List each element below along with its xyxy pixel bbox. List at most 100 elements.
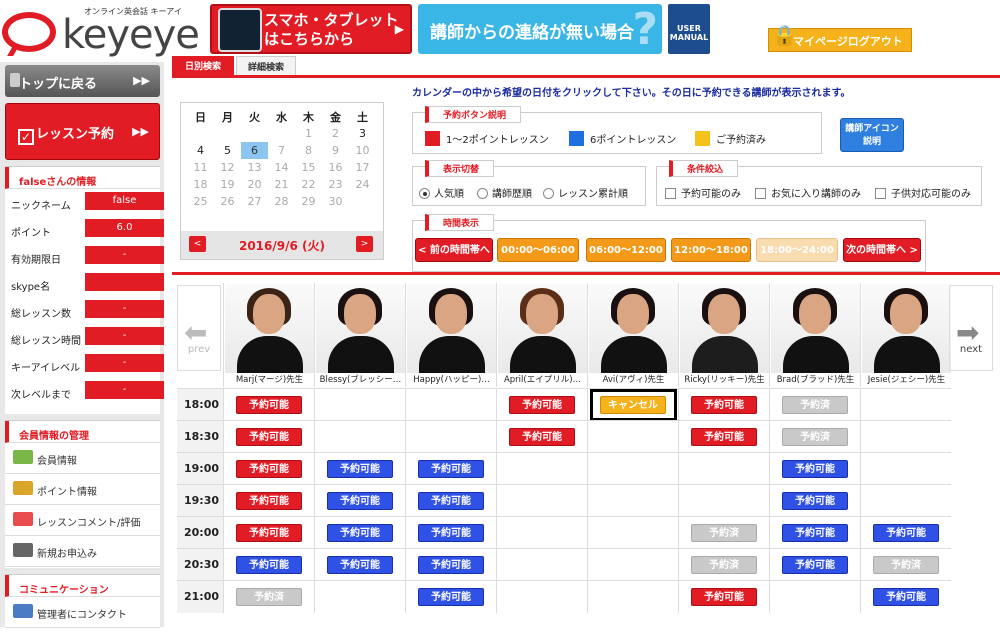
calendar-day[interactable]: 8 [295, 142, 322, 159]
calendar-next-button[interactable]: > [356, 236, 373, 252]
tab-detail-search[interactable]: 詳細検索 [236, 56, 296, 76]
calendar-day[interactable]: 17 [349, 159, 376, 176]
reserve-button[interactable]: 予約可能 [509, 396, 575, 414]
time-range-button[interactable]: 18:00～24:00 [756, 238, 838, 262]
reserve-button[interactable]: 予約可能 [236, 524, 302, 542]
member-menu-item[interactable]: ポイント情報 [5, 474, 160, 505]
reserve-button[interactable]: 予約可能 [418, 588, 484, 606]
reserve-button[interactable]: 予約可能 [327, 524, 393, 542]
reserve-button[interactable]: 予約可能 [327, 460, 393, 478]
calendar-day[interactable]: 5 [214, 142, 241, 159]
teacher-column[interactable]: Blessy(ブレッシー… [314, 283, 405, 387]
time-range-button[interactable]: 00:00～06:00 [497, 238, 579, 262]
reserve-button[interactable]: 予約可能 [782, 556, 848, 574]
reserve-button[interactable]: 予約可能 [327, 492, 393, 510]
teacher-name[interactable]: Avi(アヴィ)先生 [588, 373, 679, 385]
calendar-day[interactable]: 6 [241, 142, 268, 159]
member-menu-item[interactable]: 会員情報 [5, 443, 160, 474]
reserve-button[interactable]: 予約可能 [418, 460, 484, 478]
radio-button[interactable] [543, 188, 554, 199]
sort-option[interactable]: 講師歴順 [477, 185, 532, 200]
calendar-day[interactable]: 25 [187, 193, 214, 210]
top-button[interactable]: トップに戻る ▶▶ [5, 65, 160, 97]
logout-button[interactable]: 🔒 マイページログアウト [768, 23, 912, 52]
calendar-day[interactable]: 27 [241, 193, 268, 210]
teacher-name[interactable]: Happy(ハッピー)… [406, 373, 497, 385]
checkbox[interactable] [665, 188, 676, 199]
no-contact-banner[interactable]: 講師からの連絡が無い場合 ? [418, 4, 662, 55]
reserve-button[interactable]: 予約可能 [236, 460, 302, 478]
calendar-day[interactable]: 13 [241, 159, 268, 176]
teacher-column[interactable]: Happy(ハッピー)… [405, 283, 496, 387]
time-range-button[interactable]: 次の時間帯へ > [843, 238, 921, 262]
teacher-photo[interactable] [225, 284, 314, 373]
sort-option[interactable]: レッスン累計順 [543, 185, 628, 200]
teacher-column[interactable]: Ricky(リッキー)先生 [678, 283, 769, 387]
calendar-day[interactable]: 12 [214, 159, 241, 176]
calendar-day[interactable]: 3 [349, 125, 376, 142]
reserve-button[interactable]: 予約可能 [509, 428, 575, 446]
checkbox[interactable] [755, 188, 766, 199]
teacher-photo[interactable] [498, 284, 587, 373]
calendar-day[interactable]: 23 [322, 176, 349, 193]
teacher-column[interactable]: Marj(マージ)先生 [223, 283, 314, 387]
calendar-day[interactable]: 11 [187, 159, 214, 176]
teacher-name[interactable]: Marj(マージ)先生 [224, 373, 315, 385]
teacher-photo[interactable] [771, 284, 860, 373]
reserve-button[interactable]: 予約可能 [236, 396, 302, 414]
calendar-day[interactable]: 18 [187, 176, 214, 193]
reserve-button[interactable]: 予約可能 [327, 556, 393, 574]
calendar-day[interactable]: 22 [295, 176, 322, 193]
calendar-day[interactable]: 7 [268, 142, 295, 159]
calendar-day[interactable]: 20 [241, 176, 268, 193]
time-range-button[interactable]: 06:00～12:00 [586, 238, 666, 262]
time-range-button[interactable]: < 前の時間帯へ [415, 238, 493, 262]
calendar-day[interactable]: 30 [322, 193, 349, 210]
teacher-name[interactable]: Brad(ブラッド)先生 [770, 373, 861, 385]
reserve-button[interactable]: 予約可能 [418, 524, 484, 542]
reserve-button[interactable]: 予約可能 [873, 588, 939, 606]
user-manual-button[interactable]: USER MANUAL [668, 4, 710, 54]
communication-menu-item[interactable]: 管理者にコンタクト [5, 597, 160, 628]
radio-button[interactable] [419, 188, 430, 199]
calendar-day[interactable]: 21 [268, 176, 295, 193]
teacher-name[interactable]: Jesie(ジェシー)先生 [861, 373, 952, 385]
smartphone-banner[interactable]: スマホ・タブレット はこちらから ▶ [210, 4, 412, 54]
teacher-name[interactable]: Ricky(リッキー)先生 [679, 373, 770, 385]
teacher-column[interactable]: Brad(ブラッド)先生 [769, 283, 860, 387]
teacher-photo[interactable] [589, 284, 678, 373]
reserve-button[interactable]: 予約可能 [782, 492, 848, 510]
filter-option[interactable]: 予約可能のみ [665, 185, 741, 200]
teacher-icon-help-button[interactable]: 講師アイコン 説明 [840, 118, 904, 152]
calendar-day[interactable]: 15 [295, 159, 322, 176]
filter-option[interactable]: 子供対応可能のみ [875, 185, 971, 200]
tab-daily-search[interactable]: 日別検索 [172, 56, 234, 76]
member-menu-item[interactable]: レッスンコメント/評価 [5, 505, 160, 536]
time-range-button[interactable]: 12:00～18:00 [671, 238, 751, 262]
teacher-photo[interactable] [316, 284, 405, 373]
calendar-day[interactable]: 19 [214, 176, 241, 193]
reserve-button[interactable]: 予約可能 [873, 524, 939, 542]
reserve-button[interactable]: 予約可能 [691, 428, 757, 446]
calendar-day[interactable]: 24 [349, 176, 376, 193]
reserve-button[interactable]: 予約可能 [236, 428, 302, 446]
reserve-button[interactable]: 予約可能 [691, 588, 757, 606]
sort-option[interactable]: 人気順 [419, 185, 464, 200]
teacher-photo[interactable] [680, 284, 769, 373]
lesson-reserve-button[interactable]: ✓ レッスン予約 ▶▶ [5, 103, 160, 160]
reserve-button[interactable]: 予約可能 [418, 492, 484, 510]
calendar-day[interactable]: 26 [214, 193, 241, 210]
calendar-day[interactable]: 10 [349, 142, 376, 159]
teacher-column[interactable]: April(エイプリル)… [496, 283, 587, 387]
calendar-day[interactable]: 2 [322, 125, 349, 142]
teacher-photo[interactable] [407, 284, 496, 373]
radio-button[interactable] [477, 188, 488, 199]
schedule-next-button[interactable]: ➡ next [949, 285, 993, 371]
keyeye-logo[interactable]: オンライン英会話 キーアイ keyeye [0, 4, 208, 58]
calendar-day[interactable]: 28 [268, 193, 295, 210]
reserve-button[interactable]: 予約可能 [782, 524, 848, 542]
filter-option[interactable]: お気に入り講師のみ [755, 185, 861, 200]
reserve-button[interactable]: 予約可能 [236, 492, 302, 510]
reserve-button[interactable]: 予約可能 [782, 460, 848, 478]
teacher-name[interactable]: April(エイプリル)… [497, 373, 588, 385]
